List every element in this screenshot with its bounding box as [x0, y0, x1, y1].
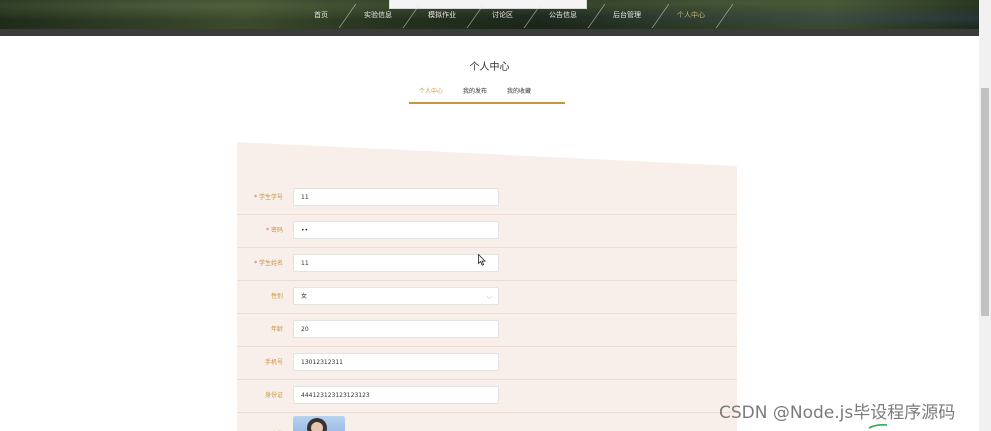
scrollbar-thumb[interactable]: [981, 88, 989, 316]
header-divider-bar: [0, 29, 979, 36]
nav-item-assignments[interactable]: 模拟作业: [414, 0, 478, 29]
form-row-password: * 密码 ••: [237, 214, 737, 248]
form-row-gender: 性别 女 ⌵: [237, 280, 737, 314]
field-label: * 密码: [237, 214, 283, 247]
field-label: * 学生姓名: [237, 247, 283, 280]
gender-select-value: 女: [301, 293, 308, 300]
avatar[interactable]: [293, 416, 345, 431]
form-row-avatar: 头像: [237, 412, 737, 431]
form-row-student-id: * 学生学号 11: [237, 181, 737, 215]
nav-item-experiments[interactable]: 实验信息: [350, 0, 414, 29]
student-id-input[interactable]: 11: [293, 188, 499, 206]
form-row-student-name: * 学生姓名 11: [237, 247, 737, 281]
nav-item-forum[interactable]: 讨论区: [478, 0, 535, 29]
form-row-age: 年龄 20: [237, 313, 737, 347]
nav-item-announcements[interactable]: 公告信息: [535, 0, 599, 29]
field-label: 身份证: [264, 392, 283, 399]
age-input[interactable]: 20: [293, 320, 499, 338]
id-card-input[interactable]: 444123123123123123: [293, 386, 499, 404]
phone-input[interactable]: 13012312311: [293, 353, 499, 371]
password-input[interactable]: ••: [293, 221, 499, 239]
profile-tabs: 个人中心 我的发布 我的收藏: [409, 84, 565, 104]
form-row-phone: 手机号 13012312311: [237, 346, 737, 380]
student-name-input[interactable]: 11: [293, 254, 499, 272]
tab-profile[interactable]: 个人中心: [409, 84, 453, 102]
main-nav: 首页 实验信息 模拟作业 讨论区 公告信息 后台管理 个人中心: [300, 0, 727, 29]
watermark: CSDN @Node.js毕设程序源码: [719, 403, 956, 423]
gender-select[interactable]: 女 ⌵: [293, 287, 499, 305]
scrollbar[interactable]: [979, 0, 991, 431]
mouse-cursor-icon: [478, 254, 486, 266]
field-label-text: 学生学号: [258, 194, 283, 201]
green-pen-stroke: [868, 424, 888, 429]
field-label-text: 密码: [270, 227, 283, 234]
nav-item-profile[interactable]: 个人中心: [663, 0, 727, 29]
field-label: 性别: [270, 293, 283, 300]
nav-item-admin[interactable]: 后台管理: [599, 0, 663, 29]
tab-my-favorites[interactable]: 我的收藏: [497, 84, 541, 102]
field-label-text: 学生姓名: [258, 260, 283, 267]
field-label: 年龄: [270, 326, 283, 333]
field-label: 头像: [237, 418, 283, 431]
nav-item-home[interactable]: 首页: [300, 0, 350, 29]
field-label: 手机号: [264, 359, 283, 366]
field-label: * 学生学号: [237, 181, 283, 214]
form-row-id-card: 身份证 444123123123123123: [237, 379, 737, 413]
chevron-down-icon[interactable]: ⌵: [487, 288, 492, 306]
page-title: 个人中心: [469, 62, 510, 73]
header-banner: 首页 实验信息 模拟作业 讨论区 公告信息 后台管理 个人中心: [0, 0, 979, 29]
tab-my-posts[interactable]: 我的发布: [453, 84, 497, 102]
